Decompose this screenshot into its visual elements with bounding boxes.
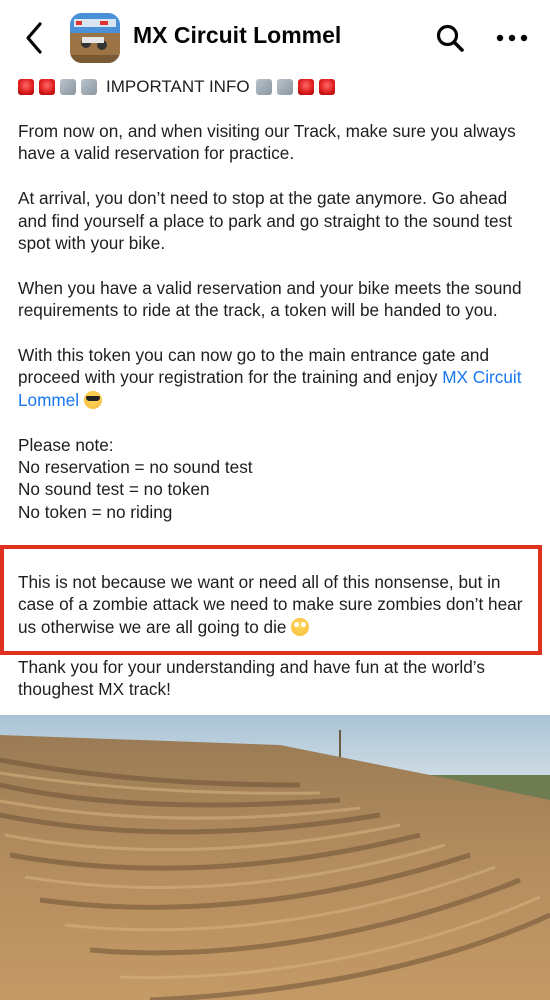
note-line: No token = no riding (18, 501, 173, 522)
top-nav-bar: MX Circuit Lommel (0, 0, 550, 76)
post-body: IMPORTANT INFO From now on, and when vis… (18, 76, 538, 699)
note-line: No reservation = no sound test (18, 457, 253, 478)
sunglasses-face-icon (83, 390, 102, 409)
highlighted-text: This is not because we want or need all … (18, 572, 523, 637)
post-paragraph: From now on, and when visiting our Track… (18, 121, 516, 164)
siren-icon (297, 79, 314, 95)
eye-roll-face-icon (291, 617, 310, 636)
highlighted-paragraph: This is not because we want or need all … (18, 571, 538, 638)
post-paragraph: At arrival, you don’t need to stop at th… (18, 188, 512, 254)
important-info-text: IMPORTANT INFO (106, 76, 250, 96)
back-button[interactable] (18, 18, 50, 58)
page-avatar[interactable] (70, 13, 120, 63)
megaphone-icon (81, 79, 97, 95)
note-heading: Please note: (18, 434, 114, 455)
closing-paragraph: Thank you for your understanding and hav… (18, 657, 485, 700)
megaphone-icon (60, 79, 76, 95)
post-paragraph: When you have a valid reservation and yo… (18, 277, 522, 321)
post-paragraph-token: With this token you can now go to the ma… (18, 344, 538, 411)
more-horizontal-icon (496, 34, 528, 42)
siren-icon (39, 79, 55, 95)
search-button[interactable] (432, 20, 468, 56)
page-title[interactable]: MX Circuit Lommel (133, 22, 341, 49)
search-icon (436, 24, 464, 52)
important-info-line: IMPORTANT INFO (18, 76, 538, 98)
note-line: No sound test = no token (18, 479, 210, 500)
siren-icon (318, 79, 335, 95)
token-paragraph-text: With this token you can now go to the ma… (18, 345, 490, 388)
chevron-left-icon (26, 22, 42, 54)
post-photo[interactable] (0, 715, 550, 1000)
more-options-button[interactable] (492, 22, 532, 54)
note-block: Please note: No reservation = no sound t… (18, 434, 538, 524)
megaphone-icon (276, 79, 293, 95)
highlight-annotation-box: This is not because we want or need all … (0, 545, 542, 655)
megaphone-icon (255, 79, 272, 95)
siren-icon (18, 79, 34, 95)
